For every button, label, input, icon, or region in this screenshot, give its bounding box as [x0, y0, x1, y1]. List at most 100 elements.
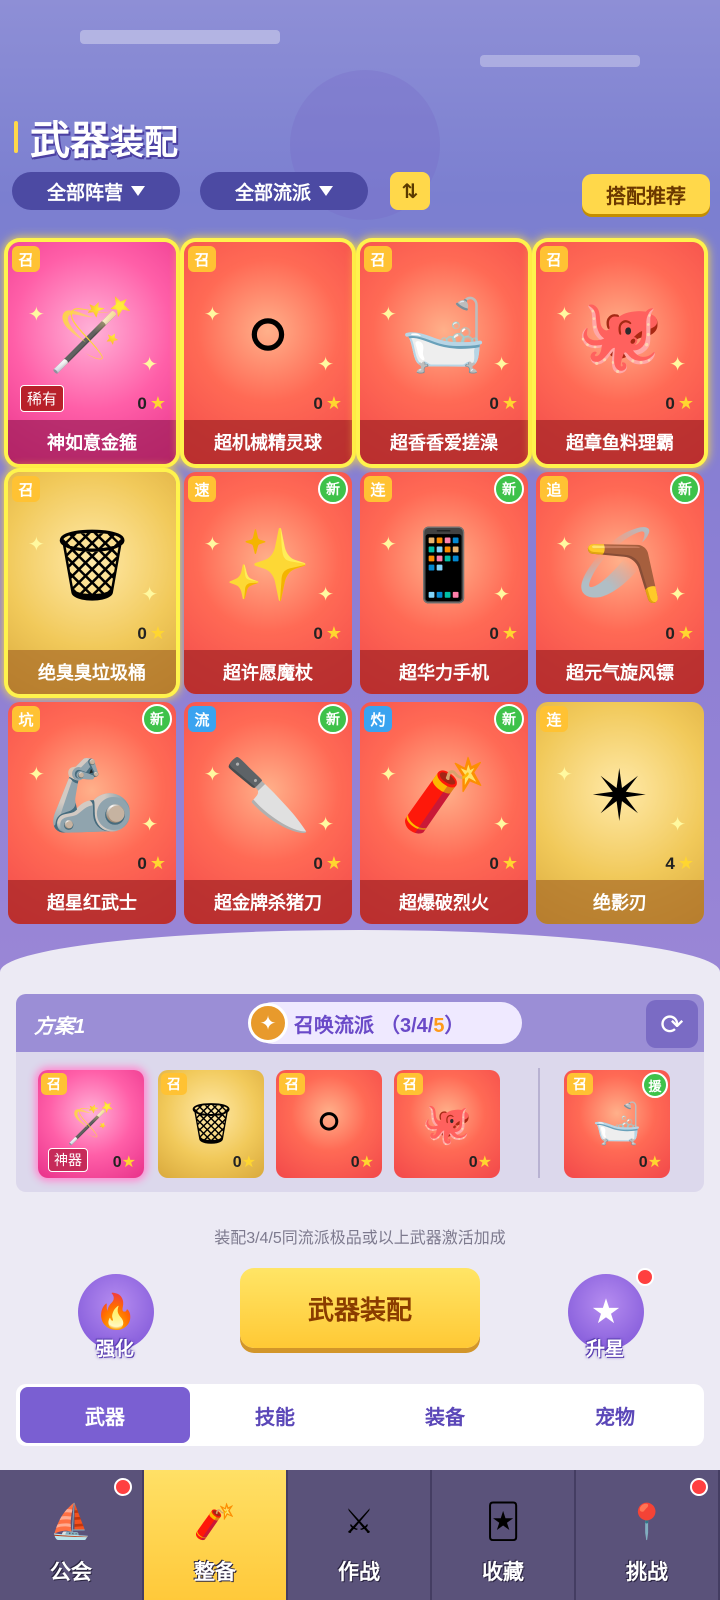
star-count-value: 0 — [638, 1154, 648, 1171]
weapon-card[interactable]: 🔪 ✦ ✦ 流 新 0 ★ 超金牌杀猪刀 — [184, 702, 352, 924]
star-count-value: 0 — [665, 393, 675, 413]
star-count-value: 0 — [313, 393, 323, 413]
sparkle-icon: ✦ — [141, 354, 158, 376]
star-count: 0★ — [137, 853, 166, 874]
star-icon: ★ — [325, 853, 342, 873]
weapon-card[interactable]: ✴ ✦ ✦ 连 4 ★ 绝影刃 — [536, 702, 704, 924]
bathtub-duck-icon: 🛁 — [592, 1101, 642, 1146]
star-icon: ★ — [501, 393, 518, 413]
star-icon: ★ — [149, 623, 166, 643]
nav-item[interactable]: 🧨 整备 — [144, 1470, 288, 1600]
nav-item[interactable]: 📍 挑战 — [576, 1470, 720, 1600]
sparkle-icon: ✦ — [317, 814, 334, 836]
assist-badge: 援 — [642, 1072, 668, 1098]
recommend-loadout-button[interactable]: 搭配推荐 — [582, 174, 710, 214]
star-count: 0★ — [113, 1152, 136, 1172]
robot-arm-icon: 🦾 — [48, 756, 136, 834]
tab-skills[interactable]: 技能 — [190, 1387, 360, 1443]
progress-prefix: （3/4/ — [380, 1014, 434, 1037]
assist-slot[interactable]: 🛁 召 援 0★ — [564, 1070, 670, 1178]
sparkle-icon: ✦ — [317, 584, 334, 606]
weapon-card[interactable]: 🗑 ✦ ✦ 召 0 ★ 绝臭臭垃圾桶 — [8, 472, 176, 694]
weapon-name: 神如意金箍 — [8, 420, 176, 464]
weapon-type-tag: 召 — [397, 1073, 423, 1095]
dynamite-box-icon: 🧨 — [193, 1503, 237, 1541]
sparkle-icon: ✦ — [141, 584, 158, 606]
equipped-slot[interactable]: 🗑 召 0★ — [158, 1070, 264, 1178]
nav-item[interactable]: ⚔ 作战 — [288, 1470, 432, 1600]
weapon-name: 超爆破烈火 — [360, 880, 528, 924]
star-icon: ★ — [149, 393, 166, 413]
weapon-type-tag: 追 — [540, 476, 568, 502]
sparkle-icon: ✦ — [380, 304, 397, 326]
camp-filter-dropdown[interactable]: 全部阵营 — [12, 172, 180, 210]
weapon-type-tag: 召 — [567, 1073, 593, 1095]
weapon-type-tag: 召 — [12, 246, 40, 272]
shuriken-icon: ✴ — [590, 757, 650, 835]
new-badge: 新 — [318, 474, 348, 504]
star-icon: ★ — [677, 393, 694, 413]
notification-dot — [690, 1478, 708, 1496]
switch-plan-button[interactable]: ⟳ — [646, 1000, 698, 1048]
bathtub-duck-icon: 🛁 — [400, 296, 488, 374]
cards-icon: 🃏 — [485, 1503, 521, 1541]
sparkle-icon: ✦ — [204, 764, 221, 786]
category-tabs: 武器 技能 装备 宠物 — [16, 1384, 704, 1446]
weapon-name: 超香香爱搓澡 — [360, 420, 528, 464]
star-count: 0★ — [137, 623, 166, 644]
ceiling-light — [480, 55, 640, 67]
magic-wand-icon: ✨ — [224, 526, 312, 604]
weapon-card[interactable]: 📱 ✦ ✦ 连 新 0 ★ 超华力手机 — [360, 472, 528, 694]
star-icon: ★ — [325, 623, 342, 643]
weapon-card[interactable]: 🧨 ✦ ✦ 灼 新 0 ★ 超爆破烈火 — [360, 702, 528, 924]
weapon-card[interactable]: 🪃 ✦ ✦ 追 新 0 ★ 超元气旋风镖 — [536, 472, 704, 694]
sparkle-icon: ✦ — [669, 814, 686, 836]
weapon-card[interactable]: 🛁 ✦ ✦ 召 0 ★ 超香香爱搓澡 — [360, 242, 528, 464]
nav-label: 整备 — [194, 1561, 236, 1584]
star-up-label: 升星 — [586, 1339, 625, 1360]
phone-icon: 📱 — [400, 526, 488, 604]
sort-toggle-button[interactable]: ⇅ — [390, 172, 430, 210]
tab-equipment[interactable]: 装备 — [360, 1387, 530, 1443]
weapon-card[interactable]: 🐙 ✦ ✦ 召 0 ★ 超章鱼料理霸 — [536, 242, 704, 464]
school-bonus-pill[interactable]: ✦ 召唤流派 （3/4/5） — [248, 1002, 522, 1044]
school-filter-dropdown[interactable]: 全部流派 — [200, 172, 368, 210]
nav-item[interactable]: ⛵ 公会 — [0, 1470, 144, 1600]
weapon-card[interactable]: ⚪ ✦ ✦ 召 0 ★ 超机械精灵球 — [184, 242, 352, 464]
progress-highlight: 5 — [433, 1014, 445, 1037]
new-badge: 新 — [142, 704, 172, 734]
weapon-card[interactable]: ✨ ✦ ✦ 速 新 0 ★ 超许愿魔杖 — [184, 472, 352, 694]
weapon-card[interactable]: 🦾 ✦ ✦ 坑 新 0 ★ 超星红武士 — [8, 702, 176, 924]
sparkle-icon: ✦ — [28, 764, 45, 786]
star-icon: ★ — [501, 623, 518, 643]
trash-bin-icon: 🗑 — [185, 1101, 237, 1146]
golden-staff-icon: 🪄 — [66, 1101, 116, 1146]
school-bonus-label: 召唤流派 — [294, 1014, 374, 1037]
equipped-slot[interactable]: 🪄 召神器 0★ — [38, 1070, 144, 1178]
star-count: 0★ — [489, 623, 518, 644]
ceiling-light — [80, 30, 280, 44]
weapon-name: 超星红武士 — [8, 880, 176, 924]
tab-pets[interactable]: 宠物 — [530, 1387, 700, 1443]
school-filter-label: 全部流派 — [234, 182, 311, 204]
equipped-slot[interactable]: ⚪ 召 0★ — [276, 1070, 382, 1178]
weapon-type-tag: 召 — [41, 1073, 67, 1095]
sparkle-icon: ✦ — [669, 354, 686, 376]
weapon-type-tag: 召 — [279, 1073, 305, 1095]
weapon-type-tag: 速 — [188, 476, 216, 502]
star-count: 0★ — [351, 1152, 374, 1172]
progress-suffix: ） — [444, 1014, 465, 1037]
nav-item[interactable]: 🃏 收藏 — [432, 1470, 576, 1600]
equip-weapon-label: 武器装配 — [307, 1294, 412, 1325]
weapon-type-tag: 召 — [161, 1073, 187, 1095]
tab-weapons[interactable]: 武器 — [20, 1387, 190, 1443]
sparkle-icon: ✦ — [493, 354, 510, 376]
camp-filter-label: 全部阵营 — [46, 182, 123, 204]
weapon-card[interactable]: 🪄 ✦ ✦ 召稀有 0 ★ 神如意金箍 — [8, 242, 176, 464]
pokeball-icon: ⚪ — [312, 1101, 346, 1145]
equip-weapon-button[interactable]: 武器装配 — [240, 1268, 480, 1348]
plan-name[interactable]: 方案1 — [34, 1010, 85, 1039]
equipped-slot[interactable]: 🐙 召 0★ — [394, 1070, 500, 1178]
caret-down-icon — [319, 186, 333, 196]
weapon-type-tag: 流 — [188, 706, 216, 732]
